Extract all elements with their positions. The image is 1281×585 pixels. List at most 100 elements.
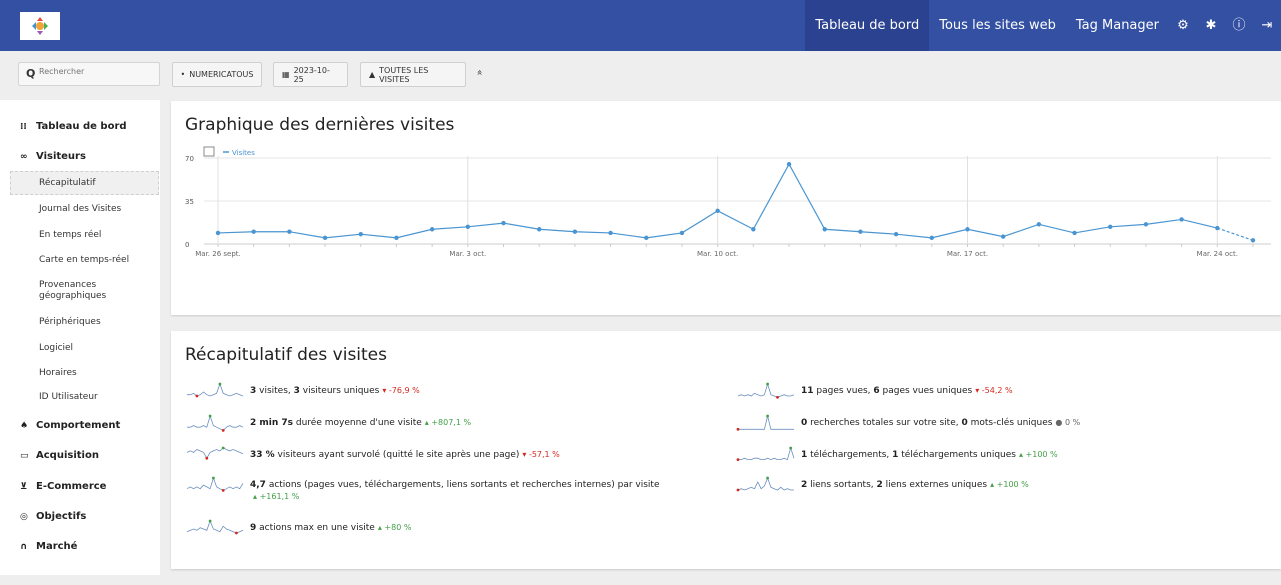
evolution-value: 0 %: [1064, 418, 1081, 427]
x-tick-label: Mar. 3 oct.: [449, 250, 486, 258]
data-point: [215, 230, 221, 236]
sidebar-item-realtime[interactable]: En temps réel: [39, 230, 101, 241]
data-point: [322, 235, 328, 241]
sparkline[interactable]: [736, 444, 796, 466]
logout-icon[interactable]: ⇥: [1253, 0, 1281, 51]
summary-metric-row: 0 recherches totales sur votre site, 0 m…: [736, 412, 1276, 434]
sidebar-item-user-id[interactable]: ID Utilisateur: [39, 392, 98, 403]
sparkline-max-marker: [221, 446, 225, 450]
data-point: [715, 208, 720, 214]
metric-value: 11: [801, 386, 814, 396]
metric-value: 33 %: [250, 450, 275, 460]
segment-selector-button[interactable]: ▲ TOUTES LES VISITES: [360, 62, 466, 87]
sparkline-max-marker: [208, 519, 212, 523]
legend-label: Visites: [232, 149, 255, 157]
data-point: [1072, 230, 1077, 236]
sparkline-min-marker: [205, 456, 209, 460]
data-point: [893, 231, 899, 237]
sidebar-item-times[interactable]: Horaires: [39, 368, 77, 379]
gear-icon[interactable]: ⚙: [1169, 0, 1197, 51]
sidebar-item-visits-log[interactable]: Journal des Visites: [39, 204, 121, 215]
summary-title: Récapitulatif des visites: [185, 345, 387, 365]
evolution-value: +161,1 %: [259, 492, 300, 501]
summary-metric-row: 9 actions max en une visite ▴ +80 %: [185, 517, 725, 539]
sidebar-category-visitors[interactable]: ∞ Visiteurs: [20, 151, 86, 162]
data-point: [1000, 234, 1006, 239]
sidebar-category-acquisition[interactable]: ▭ Acquisition: [20, 450, 99, 461]
summary-metric-row: 2 min 7s durée moyenne d'une visite ▴ +80…: [185, 412, 725, 434]
sidebar-category-market[interactable]: ∩ Marché: [20, 541, 77, 552]
metric-label: pages vues,: [813, 386, 874, 396]
sidebar-category-label: Objectifs: [36, 511, 87, 522]
data-point: [1179, 217, 1184, 222]
sidebar-category-ecommerce[interactable]: ⊻ E-Commerce: [20, 481, 106, 492]
sparkline[interactable]: [736, 474, 796, 496]
sidebar-category-behaviour[interactable]: ♠ Comportement: [20, 420, 120, 431]
neutral-icon: ●: [1055, 418, 1065, 427]
metric-label: téléchargements,: [807, 450, 893, 460]
nav-tag-manager-link[interactable]: Tag Manager: [1066, 0, 1169, 51]
data-point: [929, 235, 934, 241]
sparkline-max-marker: [789, 446, 793, 450]
bell-icon: ♠: [20, 420, 29, 431]
sparkline[interactable]: [185, 517, 245, 539]
evolution-badge: ▴ +100 %: [1019, 450, 1058, 459]
data-point: [1215, 225, 1220, 231]
metric-label: liens sortants,: [807, 480, 877, 490]
y-tick-label: 35: [185, 198, 194, 206]
site-selector-button[interactable]: • NUMERICATOUS: [172, 62, 262, 87]
evolution-value: -54,2 %: [981, 386, 1013, 395]
sparkline-path: [738, 415, 794, 430]
info-icon[interactable]: ⓘ: [1225, 0, 1253, 51]
sidebar-category-dashboard[interactable]: ⁞⁞ Tableau de bord: [20, 121, 127, 132]
search-box[interactable]: Q: [18, 62, 160, 86]
cart-icon: ⊻: [20, 481, 28, 492]
sparkline-path: [187, 414, 244, 431]
summary-metric-text: 9 actions max en une visite ▴ +80 %: [250, 517, 411, 534]
visits-summary-card: Récapitulatif des visites 3 visites, 3 v…: [171, 331, 1281, 569]
sparkline[interactable]: [736, 412, 796, 434]
collapse-controls-button[interactable]: »: [475, 69, 486, 75]
nav-dashboard-link[interactable]: Tableau de bord: [805, 0, 930, 51]
bell-icon[interactable]: ✱: [1197, 0, 1225, 51]
sparkline[interactable]: [185, 380, 245, 402]
sparkline-path: [737, 382, 795, 398]
data-point: [394, 235, 399, 241]
summary-metric-text: 2 min 7s durée moyenne d'une visite ▴ +80…: [250, 412, 471, 429]
metric-label: actions max en une visite: [256, 523, 375, 533]
evolution-badge: ▴ +161,1 %: [253, 492, 299, 501]
search-icon: Q: [26, 67, 36, 80]
window-icon: ▭: [20, 450, 29, 461]
segment-icon: ▲: [369, 70, 376, 79]
sidebar-category-goals[interactable]: ◎ Objectifs: [20, 511, 86, 522]
sparkline-min-marker: [736, 458, 740, 461]
matomo-logo[interactable]: [20, 12, 60, 40]
sparkline[interactable]: [185, 474, 245, 496]
sidebar-item-devices[interactable]: Périphériques: [39, 317, 101, 328]
sparkline[interactable]: [736, 380, 796, 402]
summary-metric-row: 3 visites, 3 visiteurs uniques ▾ -76,9 %: [185, 380, 725, 402]
evolution-badge: ▾ -54,2 %: [975, 386, 1012, 395]
sidebar-item-summary[interactable]: Récapitulatif: [10, 171, 159, 195]
evolution-value: +100 %: [1025, 450, 1058, 459]
data-point: [1108, 224, 1113, 229]
sidebar-item-locations[interactable]: Provenances géographiques: [39, 280, 129, 302]
sidebar-item-realtime-map[interactable]: Carte en temps-réel: [39, 255, 129, 266]
metric-label: visiteurs ayant survolé (quitté le site …: [274, 450, 520, 460]
binoculars-icon: ∞: [20, 151, 28, 162]
data-point: [965, 227, 970, 232]
sparkline[interactable]: [185, 444, 245, 466]
metric-label: recherches totales sur votre site,: [807, 418, 962, 428]
period-selector-button[interactable]: ▦ 2023-10-25: [273, 62, 348, 87]
summary-metric-text: 3 visites, 3 visiteurs uniques ▾ -76,9 %: [250, 380, 420, 397]
search-input[interactable]: [39, 67, 154, 76]
evolution-value: -57,1 %: [528, 450, 560, 459]
sparkline-min-marker: [736, 488, 740, 492]
sparkline[interactable]: [185, 412, 245, 434]
sidebar-item-software[interactable]: Logiciel: [39, 343, 73, 354]
metric-label: visiteurs uniques: [299, 386, 380, 396]
evolution-badge: ▴ +807,1 %: [425, 418, 471, 427]
nav-all-websites-link[interactable]: Tous les sites web: [929, 0, 1066, 51]
metric-label: mots-clés uniques: [967, 418, 1053, 428]
evolution-badge: ▴ +80 %: [378, 523, 412, 532]
